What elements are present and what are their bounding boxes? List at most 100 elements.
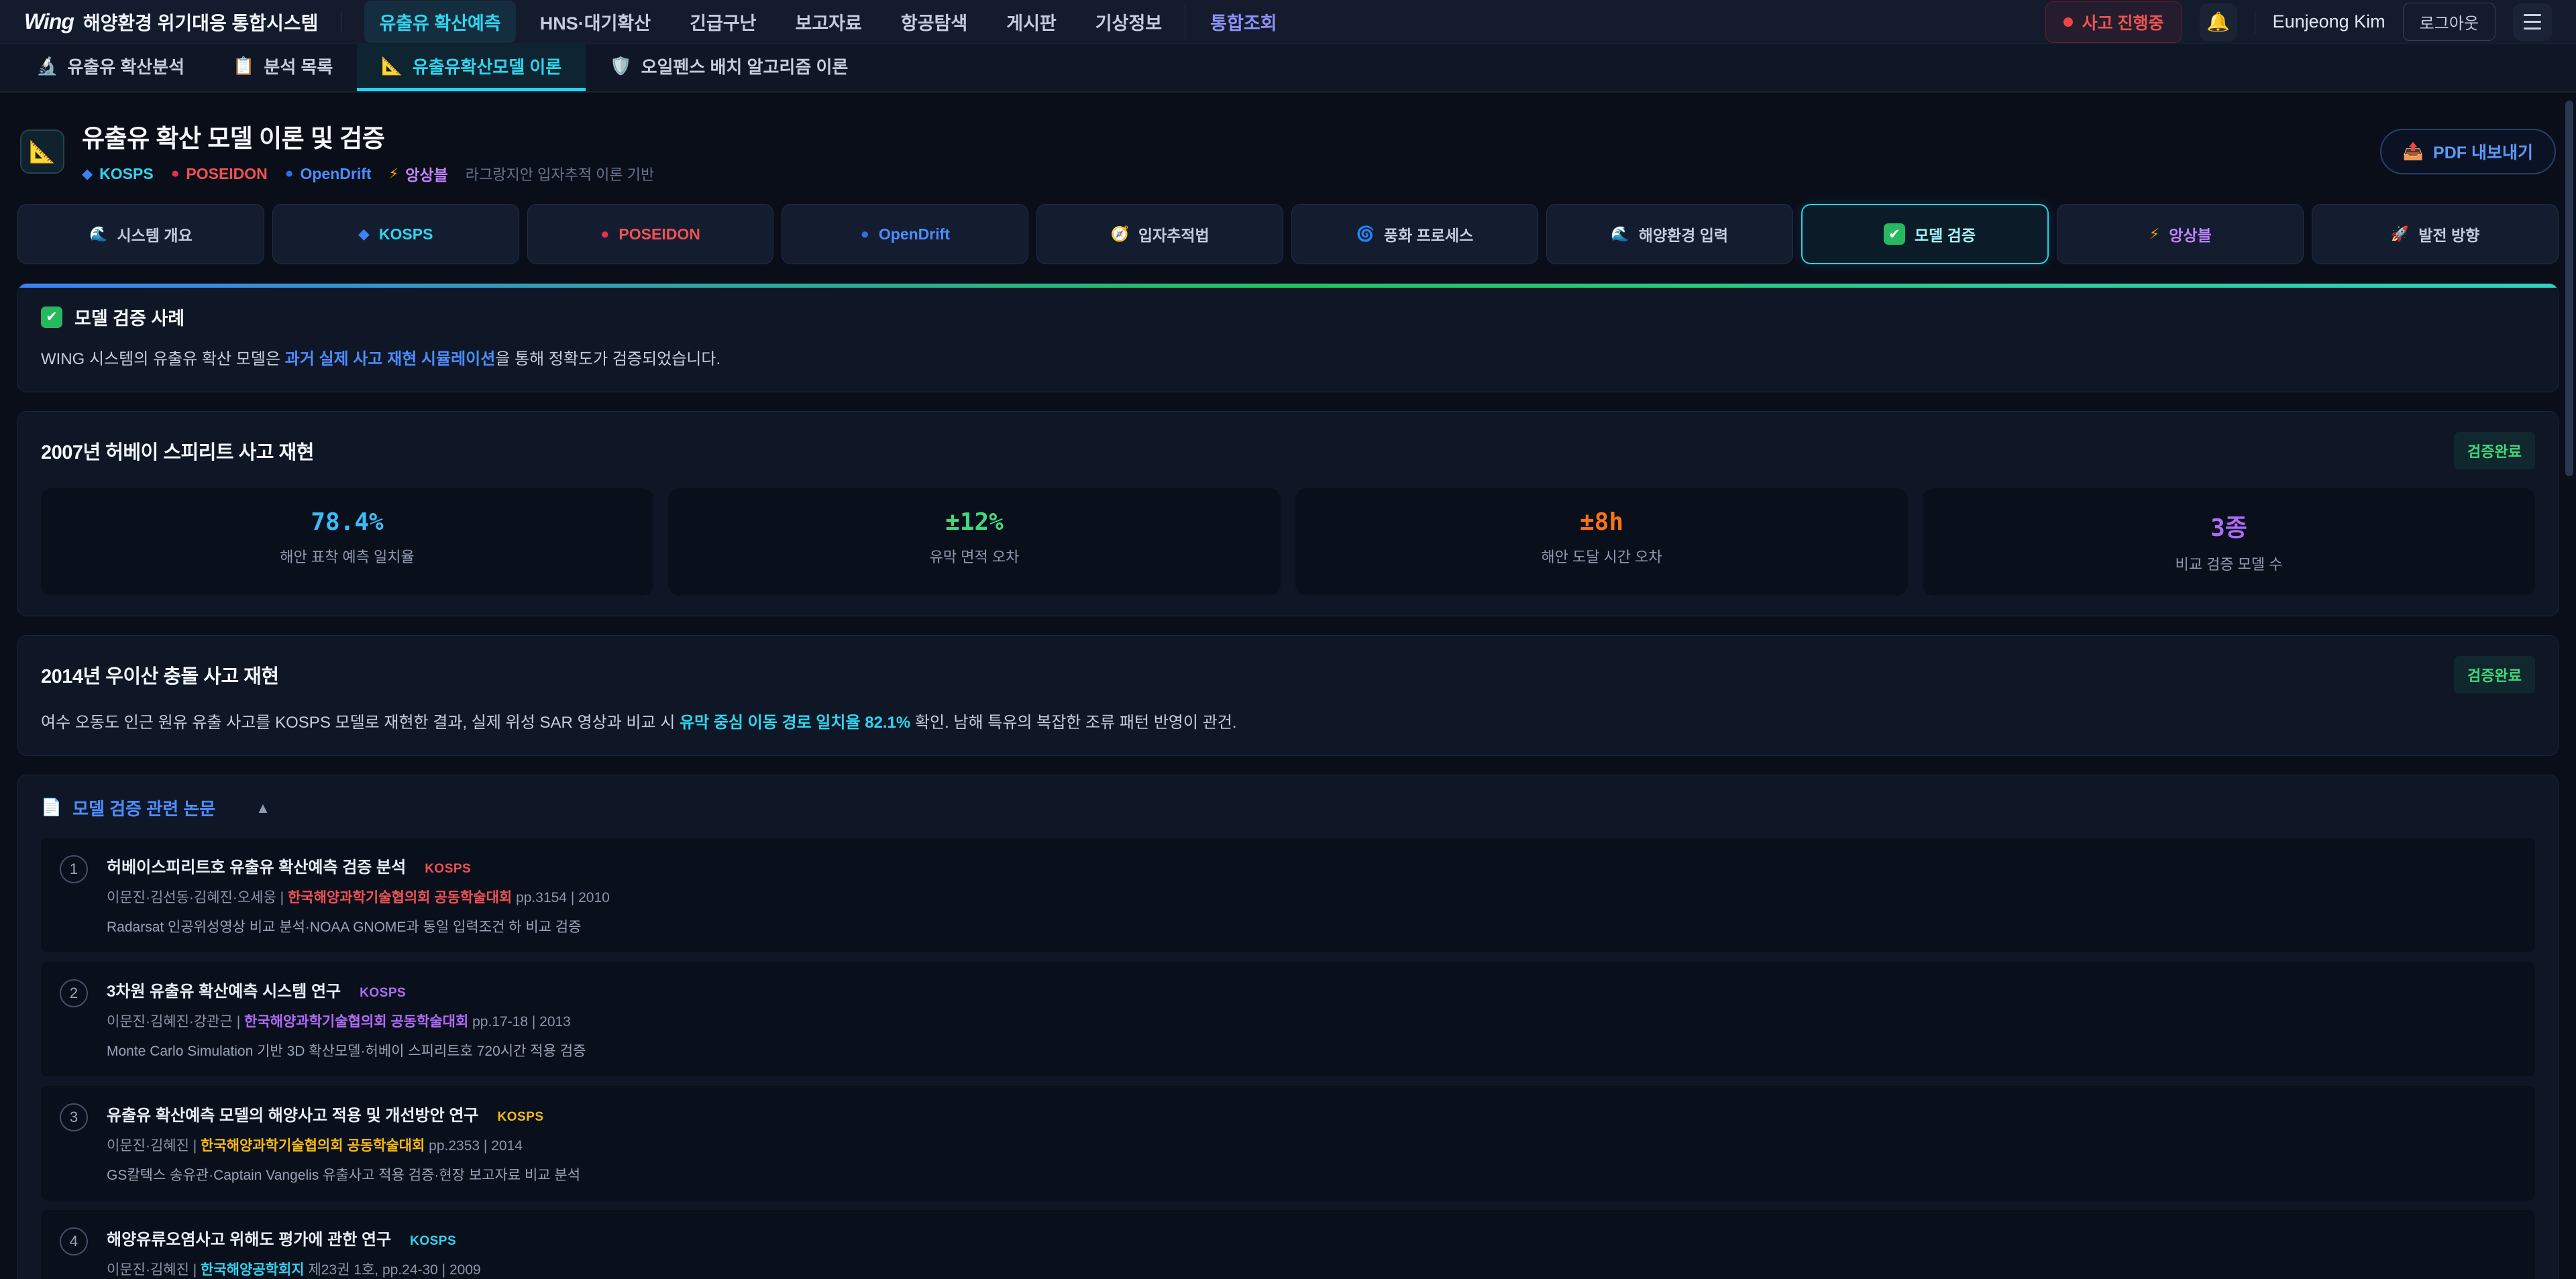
nav-item[interactable]: 보고자료 xyxy=(780,1,876,43)
section-pill-icon: 🧭 xyxy=(1110,225,1128,243)
logout-button[interactable]: 로그아웃 xyxy=(2403,3,2496,41)
tab[interactable]: 🛡️ 오일펜스 배치 알고리즘 이론 xyxy=(586,44,872,91)
paper-row[interactable]: 3 유출유 확산예측 모델의 해양사고 적용 및 개선방안 연구 KOSPS 이… xyxy=(41,1086,2535,1201)
section-pill-label: 입자추적법 xyxy=(1138,223,1210,245)
paper-title-row: 해양유류오염사고 위해도 평가에 관한 연구 KOSPS xyxy=(107,1226,2516,1249)
stat-label: 해안 표착 예측 일치율 xyxy=(54,545,640,567)
section-pill[interactable]: ⚡ ✔ 앙상블 xyxy=(2057,204,2304,264)
nav-item[interactable]: 항공탐색 xyxy=(886,1,982,43)
paper-model-badge: KOSPS xyxy=(360,986,406,1001)
model-badge-label: OpenDrift xyxy=(300,165,371,183)
section-pill-icon: 🌊 xyxy=(1611,225,1629,243)
paper-authors: 이문진·김선동·김혜진·오세웅 | 한국해양과학기술협의회 공동학술대회 pp.… xyxy=(107,887,2516,907)
topnav-right: 사고 진행중 🔔 Eunjeong Kim 로그아웃 xyxy=(2045,1,2552,43)
section-pill[interactable]: 🌊 ✔ 시스템 개요 xyxy=(17,204,264,264)
section-pill[interactable]: 🚀 ✔ 발전 방향 xyxy=(2312,204,2559,264)
stat-box: 78.4% 해안 표착 예측 일치율 xyxy=(41,488,653,596)
paper-row[interactable]: 2 3차원 유출유 확산예측 시스템 연구 KOSPS 이문진·김혜진·강관근 … xyxy=(41,962,2535,1076)
nav-item[interactable]: 통합조회 xyxy=(1195,1,1291,43)
section-pill[interactable]: ● ✔ OpenDrift xyxy=(782,204,1028,264)
hamburger-menu-button[interactable] xyxy=(2513,3,2552,41)
section-pill-icon: ◆ xyxy=(358,225,370,243)
section-pill-label: POSEIDON xyxy=(619,225,700,243)
section-pill[interactable]: 🌀 ✔ 풍화 프로세스 xyxy=(1291,204,1538,264)
stat-label: 유막 면적 오차 xyxy=(682,545,1267,567)
nav-item[interactable]: HNS·대기확산 xyxy=(525,1,665,43)
model-badge-icon: ⚡ xyxy=(389,166,399,182)
model-badge-icon: ● xyxy=(171,166,180,182)
sub-tab-bar: 🔬 유출유 확산분석 📋 분석 목록 📐 유출유확산모델 이론 🛡️ 오일펜스 … xyxy=(0,44,2576,93)
stat-box: ±12% 유막 면적 오차 xyxy=(668,488,1281,596)
validation-intro-card: ✔ 모델 검증 사례 WING 시스템의 유출유 확산 모델은 과거 실제 사고… xyxy=(17,283,2559,392)
pdf-export-button[interactable]: 📤 PDF 내보내기 xyxy=(2380,129,2556,174)
tab-label: 분석 목록 xyxy=(264,54,333,78)
paper-journal: 한국해양공학회지 xyxy=(201,1262,305,1278)
stat-value: ±12% xyxy=(682,508,1267,536)
tab[interactable]: 📐 유출유확산모델 이론 xyxy=(357,44,586,91)
validation-intro-header: ✔ 모델 검증 사례 xyxy=(41,304,2535,330)
model-badge-label: POSEIDON xyxy=(186,165,267,183)
paper-description: Radarsat 인공위성영상 비교 분석·NOAA GNOME과 동일 입력조… xyxy=(107,916,2516,936)
tab-icon: 🛡️ xyxy=(610,56,631,76)
stat-value: 3종 xyxy=(1936,508,2522,543)
paper-journal: 한국해양과학기술협의회 공동학술대회 xyxy=(201,1138,425,1154)
tab-label: 유출유 확산분석 xyxy=(67,54,184,78)
stat-label: 해안 도달 시간 오차 xyxy=(1309,545,1894,567)
document-icon: 📄 xyxy=(41,798,62,818)
tab[interactable]: 🔬 유출유 확산분석 xyxy=(12,44,209,91)
page-header: 📐 유출유 확산 모델 이론 및 검증 ◆ KOSPS ● POSEIDON xyxy=(20,118,2556,185)
scrollbar[interactable] xyxy=(2565,101,2573,1279)
paper-title: 해양유류오염사고 위해도 평가에 관한 연구 xyxy=(107,1226,391,1249)
section-pill-label: KOSPS xyxy=(379,225,433,243)
nav-item[interactable]: 긴급구난 xyxy=(675,1,771,43)
nav-item[interactable]: 유출유 확산예측 xyxy=(364,1,515,43)
nav-item[interactable]: 기상정보 xyxy=(1081,1,1177,43)
paper-row[interactable]: 1 허베이스피리트호 유출유 확산예측 검증 분석 KOSPS 이문진·김선동·… xyxy=(41,838,2535,952)
paper-row[interactable]: 4 해양유류오염사고 위해도 평가에 관한 연구 KOSPS 이문진·김혜진 |… xyxy=(41,1210,2535,1279)
notifications-button[interactable]: 🔔 xyxy=(2200,3,2237,41)
paper-title-row: 3차원 유출유 확산예측 시스템 연구 KOSPS xyxy=(107,978,2516,1001)
paper-main: 해양유류오염사고 위해도 평가에 관한 연구 KOSPS 이문진·김혜진 | 한… xyxy=(107,1226,2516,1279)
nav-item[interactable]: 게시판 xyxy=(991,1,1071,43)
model-badge-icon: ◆ xyxy=(82,166,93,182)
page-subtitle: ◆ KOSPS ● POSEIDON ● OpenDrift ⚡ xyxy=(82,162,654,185)
scrollbar-thumb[interactable] xyxy=(2565,101,2573,476)
wing-logo-mark: Wing xyxy=(24,9,74,34)
check-icon: ✔ xyxy=(1884,223,1905,245)
tab-icon: 🔬 xyxy=(36,56,58,76)
papers-list: 1 허베이스피리트호 유출유 확산예측 검증 분석 KOSPS 이문진·김선동·… xyxy=(41,838,2535,1279)
model-badge-label: KOSPS xyxy=(99,165,154,183)
stat-box: 3종 비교 검증 모델 수 xyxy=(1923,488,2535,596)
tab[interactable]: 📋 분석 목록 xyxy=(209,44,357,91)
incident-status-badge[interactable]: 사고 진행중 xyxy=(2045,1,2182,43)
paper-main: 유출유 확산예측 모델의 해양사고 적용 및 개선방안 연구 KOSPS 이문진… xyxy=(107,1102,2516,1184)
tab-icon: 📋 xyxy=(233,56,254,76)
section-pill-label: 해양환경 입력 xyxy=(1639,223,1728,245)
section-pill[interactable]: 🧭 ✔ 입자추적법 xyxy=(1036,204,1283,264)
section-pill[interactable]: 🌊 ✔ 해양환경 입력 xyxy=(1546,204,1793,264)
stat-label: 비교 검증 모델 수 xyxy=(1936,553,2522,574)
paper-title-row: 유출유 확산예측 모델의 해양사고 적용 및 개선방안 연구 KOSPS xyxy=(107,1102,2516,1125)
model-badge: ● OpenDrift xyxy=(285,165,372,183)
paper-title-row: 허베이스피리트호 유출유 확산예측 검증 분석 KOSPS xyxy=(107,854,2516,877)
collapse-arrow-icon[interactable]: ▲ xyxy=(256,799,270,817)
paper-journal: 한국해양과학기술협의회 공동학술대회 xyxy=(244,1014,468,1030)
model-badge-icon: ● xyxy=(285,166,294,182)
paper-authors: 이문진·김혜진 | 한국해양과학기술협의회 공동학술대회 pp.2353 | 2… xyxy=(107,1135,2516,1155)
section-pill[interactable]: ✔ 모델 검증 xyxy=(1801,204,2049,264)
page-title: 유출유 확산 모델 이론 및 검증 xyxy=(82,118,654,154)
highlighted-text: 유막 중심 이동 경로 일치율 82.1% xyxy=(680,714,910,732)
app-logo[interactable]: Wing 해양환경 위기대응 통합시스템 xyxy=(24,9,318,36)
section-pill[interactable]: ◆ ✔ KOSPS xyxy=(272,204,519,264)
tab-icon: 📐 xyxy=(381,56,402,76)
paper-number: 1 xyxy=(60,855,88,883)
main-content: 📐 유출유 확산 모델 이론 및 검증 ◆ KOSPS ● POSEIDON xyxy=(0,93,2576,1279)
wuyisan-case-header: 2014년 우이산 충돌 사고 재현 검증완료 xyxy=(41,656,2535,693)
section-pill[interactable]: ● ✔ POSEIDON xyxy=(527,204,774,264)
section-pill-label: OpenDrift xyxy=(879,225,950,243)
paper-number: 2 xyxy=(60,979,88,1007)
hebei-case-header: 2007년 허베이 스피리트 사고 재현 검증완료 xyxy=(41,432,2535,469)
bell-icon: 🔔 xyxy=(2206,11,2230,33)
section-pill-icon: 🌀 xyxy=(1356,225,1375,243)
section-pill-icon: 🚀 xyxy=(2391,225,2409,243)
